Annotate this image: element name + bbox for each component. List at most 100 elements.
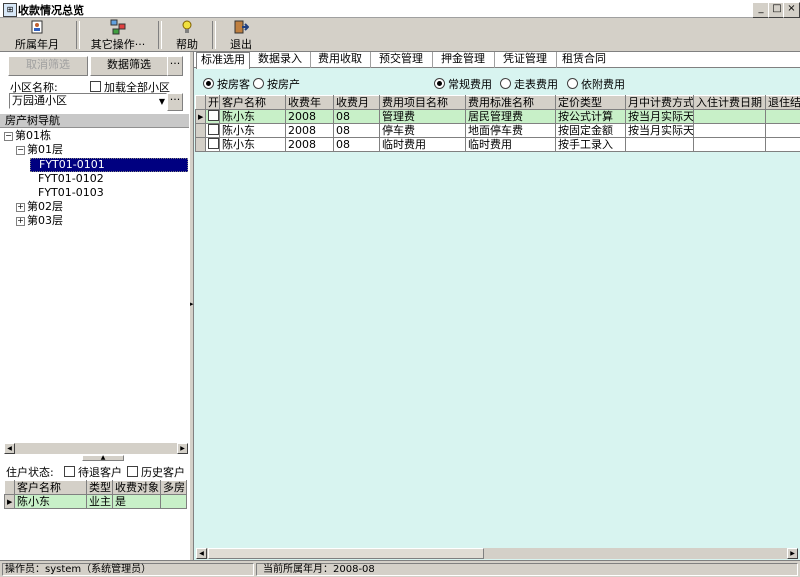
resident-status-label: 住户状态: [6,466,54,479]
row-checkbox[interactable] [205,123,220,138]
help-label: 帮助 [176,38,198,51]
by-property-radio[interactable]: 按房产 [253,76,300,92]
row-checkbox[interactable] [205,109,220,124]
meter-fee-radio[interactable]: 走表费用 [500,76,558,92]
col-header[interactable]: 收费对象 [112,480,161,495]
tree-node-building-01[interactable]: − 第01栋 [4,130,51,142]
checkbox-box[interactable] [127,466,138,477]
table-row[interactable]: ▶ 陈小东 2008 08 管理费 居民管理费 按公式计算 按当月实际天 [195,109,800,124]
tab-bar: 标准选用 数据录入 费用收取 预交管理 押金管理 凭证管理 租赁合同 [194,52,800,69]
data-filter-button[interactable]: 数据筛选 [90,56,168,76]
regular-fee-radio[interactable]: 常规费用 [434,76,492,92]
checkbox-box[interactable] [208,138,219,149]
toolbar: 所属年月 其它操作··· 帮助 退出 [0,18,800,52]
other-operations-label: 其它操作··· [90,38,146,51]
tree-node-room-0103[interactable]: FYT01-0103 [38,187,104,199]
radio-dot[interactable] [253,78,264,89]
toolbar-separator [158,21,162,49]
tab-voucher[interactable]: 凭证管理 [494,52,557,68]
fee-grid: 开 客户名称 收费年 收费月 费用项目名称 费用标准名称 定价类型 月中计费方式… [195,95,800,152]
col-header[interactable]: 收费月 [333,95,380,110]
expand-icon[interactable]: + [16,217,25,226]
col-header[interactable]: 客户名称 [219,95,286,110]
scroll-right-icon[interactable]: ▶ [177,443,188,454]
row-checkbox[interactable] [205,137,220,152]
collapse-icon[interactable]: − [16,146,25,155]
period-button-label: 所属年月 [15,38,59,51]
col-header[interactable]: 客户名称 [14,480,87,495]
scroll-left-icon[interactable]: ◀ [196,548,207,559]
tree-node-floor-02[interactable]: + 第02层 [16,201,63,213]
tab-deposit[interactable]: 押金管理 [432,52,495,68]
col-header[interactable]: 退住结 [765,95,800,110]
help-bulb-icon [182,20,192,33]
window-title: 收款情况总览 [18,4,84,17]
fee-grid-hscrollbar[interactable]: ◀ ▶ [196,548,798,559]
row-indicator [195,123,206,138]
toolbar-separator [76,21,80,49]
col-header[interactable]: 月中计费方式 [625,95,694,110]
scroll-right-icon[interactable]: ▶ [787,548,798,559]
col-header[interactable]: 收费年 [285,95,334,110]
checkbox-box[interactable] [208,124,219,135]
scroll-left-icon[interactable]: ◀ [4,443,15,454]
tree-header: 房产树导航 [0,114,190,128]
tab-prepay[interactable]: 预交管理 [370,52,433,68]
calendar-person-icon [31,20,43,34]
checkbox-box[interactable] [90,81,101,92]
col-header[interactable]: 类型 [86,480,113,495]
tree-node-floor-01[interactable]: − 第01层 [16,144,63,156]
period-status: 当前所属年月：2008-08 [256,563,798,576]
close-button[interactable]: × [783,2,800,18]
tree-node-room-0101[interactable]: FYT01-0101 [30,158,188,172]
attached-fee-radio[interactable]: 依附费用 [567,76,625,92]
by-room-radio[interactable]: 按房客 [203,76,250,92]
table-row[interactable]: 陈小东 2008 08 停车费 地面停车费 按固定金额 按当月实际天 [195,123,800,138]
tree-hscrollbar[interactable]: ◀ ▶ [4,443,188,454]
help-button[interactable]: 帮助 [170,19,204,51]
col-header[interactable]: 开 [205,95,220,110]
radio-dot[interactable] [500,78,511,89]
col-header[interactable]: 多房 [160,480,187,495]
period-button[interactable]: 所属年月 [6,19,68,51]
checkbox-box[interactable] [208,110,219,121]
radio-dot[interactable] [567,78,578,89]
scroll-thumb[interactable] [208,548,484,559]
radio-dot[interactable] [203,78,214,89]
app-icon: ⊞ [3,3,17,17]
chevron-down-icon[interactable]: ▼ [159,95,165,108]
community-more-button[interactable]: ··· [167,93,183,111]
radio-dot[interactable] [434,78,445,89]
col-header[interactable]: 费用项目名称 [379,95,466,110]
col-header[interactable]: 入住计费日期 [693,95,766,110]
collapse-icon[interactable]: − [4,132,13,141]
tab-data-entry[interactable]: 数据录入 [250,52,311,68]
tree-node-floor-03[interactable]: + 第03层 [16,215,63,227]
community-select[interactable]: 万园通小区 ▼ [9,93,167,109]
table-row[interactable]: ▶ 陈小东 业主 是 [4,494,187,509]
tree-node-room-0102[interactable]: FYT01-0102 [38,173,104,185]
community-value: 万园通小区 [12,94,67,107]
toolbar-separator [212,21,216,49]
checkbox-box[interactable] [64,466,75,477]
col-header[interactable]: 定价类型 [555,95,626,110]
expand-icon[interactable]: + [16,203,25,212]
row-pointer-icon: ▶ [4,494,15,509]
splitter-arrow-icon[interactable]: ▸ [190,300,194,308]
table-row[interactable]: 陈小东 2008 08 临时费用 临时费用 按手工录入 [195,137,800,152]
exit-door-icon [234,20,249,34]
row-pointer-icon: ▶ [195,109,206,124]
cancel-filter-button[interactable]: 取消筛选 [8,56,88,76]
col-header[interactable]: 费用标准名称 [465,95,556,110]
tab-standard[interactable]: 标准选用 [196,52,250,69]
panel-collapse-handle[interactable]: ▲ [82,455,124,461]
grid-header-row: 客户名称 类型 收费对象 多房 [4,480,187,495]
other-operations-button[interactable]: 其它操作··· [86,19,150,51]
tab-fee-collection[interactable]: 费用收取 [310,52,371,68]
history-checkbox[interactable]: 历史客户 [127,464,185,480]
pending-checkbox[interactable]: 待退客户 [64,464,122,480]
tab-lease[interactable]: 租赁合同 [556,52,612,68]
exit-button[interactable]: 退出 [224,19,258,51]
resident-status-row: 住户状态: [6,464,54,480]
filter-more-button[interactable]: ··· [167,56,183,76]
